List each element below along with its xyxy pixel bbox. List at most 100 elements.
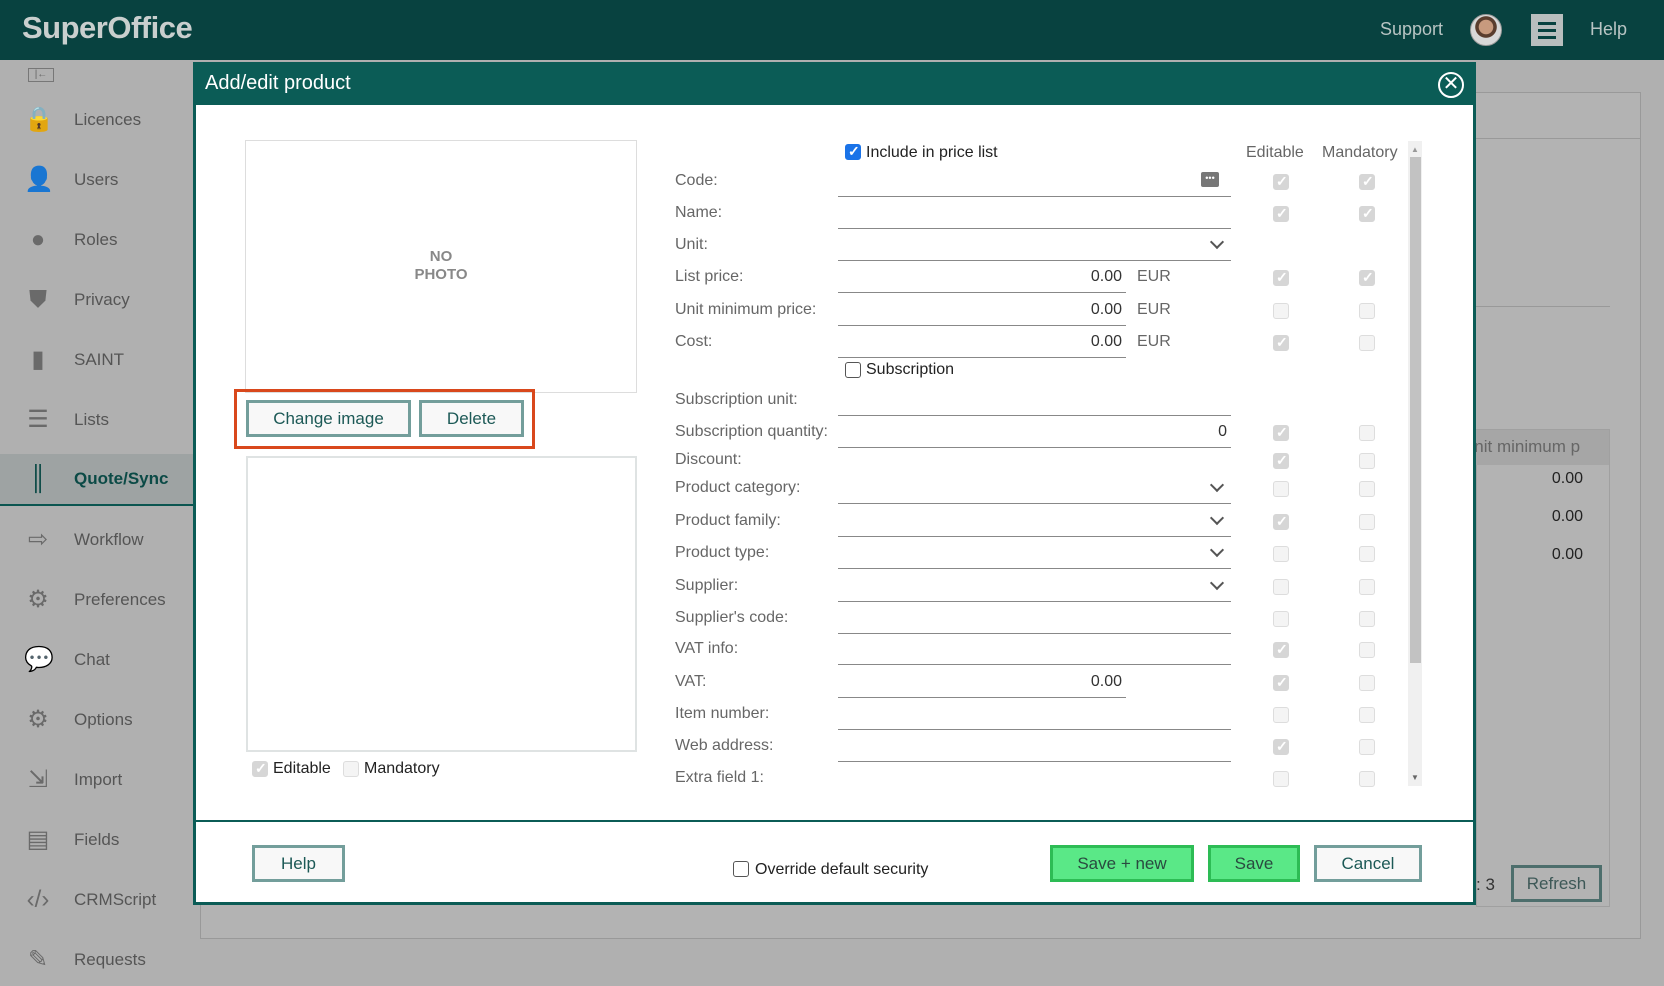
- subscription-quantity-value[interactable]: 0: [838, 423, 1227, 441]
- include-in-price-list-checkbox[interactable]: [845, 143, 861, 160]
- avatar[interactable]: [1470, 14, 1502, 46]
- vat-mandatory-checkbox[interactable]: [1359, 675, 1375, 691]
- sidebar-item-users[interactable]: 👤 Users: [0, 154, 193, 206]
- subscription-quantity-mandatory-checkbox[interactable]: [1359, 425, 1375, 441]
- item-number-editable-checkbox[interactable]: [1273, 707, 1289, 723]
- hamburger-menu-icon[interactable]: [1531, 14, 1563, 46]
- description-editable-checkbox[interactable]: [252, 760, 268, 777]
- sidebar-item-lists[interactable]: ☰ Lists: [0, 394, 193, 446]
- discount-editable-checkbox[interactable]: [1273, 452, 1289, 469]
- sidebar-item-import[interactable]: ⇲ Import: [0, 754, 193, 806]
- cancel-button[interactable]: Cancel: [1314, 845, 1422, 882]
- code-mandatory-checkbox[interactable]: [1359, 173, 1375, 190]
- sidebar-item-chat[interactable]: 💬 Chat: [0, 634, 193, 686]
- discount-mandatory-checkbox[interactable]: [1359, 453, 1375, 469]
- product-category-label: Product category:: [675, 479, 801, 496]
- unit-input[interactable]: [838, 260, 1231, 261]
- unit-minimum-price-editable-checkbox[interactable]: [1273, 303, 1289, 319]
- unit-minimum-price-value[interactable]: 0.00: [838, 301, 1122, 319]
- subscription-checkbox[interactable]: [845, 362, 861, 378]
- product-category-mandatory-checkbox[interactable]: [1359, 481, 1375, 497]
- sidebar-item-crmscript[interactable]: ‹/› CRMScript: [0, 874, 193, 926]
- product-type-mandatory-checkbox[interactable]: [1359, 546, 1375, 562]
- superoffice-logo[interactable]: SuperOffice: [22, 10, 193, 46]
- help-button[interactable]: Help: [252, 845, 345, 882]
- sidebar-item-quote-sync[interactable]: ║ Quote/Sync: [0, 454, 193, 506]
- support-link[interactable]: Support: [1380, 19, 1443, 40]
- unit-minimum-price-currency: EUR: [1137, 301, 1171, 318]
- sidebar-item-workflow[interactable]: ⇨ Workflow: [0, 514, 193, 566]
- sidebar-item-options[interactable]: ⚙ Options: [0, 694, 193, 746]
- supplier-input[interactable]: [838, 601, 1231, 602]
- dialog-title: Add/edit product: [205, 72, 351, 94]
- item-number-input[interactable]: [838, 729, 1231, 730]
- vat-info-mandatory-checkbox[interactable]: [1359, 642, 1375, 658]
- delete-image-button[interactable]: Delete: [419, 400, 524, 437]
- gear-icon: ⚙: [27, 586, 49, 613]
- web-address-input[interactable]: [838, 761, 1231, 762]
- name-input[interactable]: [838, 228, 1231, 229]
- cost-mandatory-checkbox[interactable]: [1359, 335, 1375, 351]
- product-category-editable-checkbox[interactable]: [1273, 481, 1289, 497]
- supplier-mandatory-checkbox[interactable]: [1359, 579, 1375, 595]
- scroll-up-icon[interactable]: ▲: [1411, 145, 1419, 154]
- change-image-button[interactable]: Change image: [246, 400, 411, 437]
- override-security-checkbox[interactable]: [733, 861, 749, 877]
- sidebar-item-preferences[interactable]: ⚙ Preferences: [0, 574, 193, 626]
- code-input[interactable]: [838, 196, 1231, 197]
- unit-minimum-price-input[interactable]: [838, 325, 1126, 326]
- cost-editable-checkbox[interactable]: [1273, 334, 1289, 351]
- column-header[interactable]: Unit minimum p: [1476, 430, 1609, 465]
- name-mandatory-checkbox[interactable]: [1359, 205, 1375, 222]
- sidebar-item-roles[interactable]: ● Roles: [0, 214, 193, 266]
- product-type-editable-checkbox[interactable]: [1273, 546, 1289, 562]
- list-price-input[interactable]: [838, 292, 1126, 293]
- subscription-unit-input[interactable]: [838, 415, 1231, 416]
- save-button[interactable]: Save: [1208, 845, 1300, 882]
- product-family-editable-checkbox[interactable]: [1273, 513, 1289, 530]
- supplier-s-code-editable-checkbox[interactable]: [1273, 611, 1289, 627]
- lookup-icon[interactable]: •••: [1201, 172, 1219, 187]
- cost-value[interactable]: 0.00: [838, 333, 1122, 351]
- code-editable-checkbox[interactable]: [1273, 173, 1289, 190]
- save-new-button[interactable]: Save + new: [1050, 845, 1194, 882]
- description-mandatory-checkbox[interactable]: [343, 761, 359, 777]
- extra-field-1-mandatory-checkbox[interactable]: [1359, 771, 1375, 787]
- vat-info-editable-checkbox[interactable]: [1273, 641, 1289, 658]
- sidebar-item-label: Preferences: [74, 590, 166, 609]
- vat-editable-checkbox[interactable]: [1273, 674, 1289, 691]
- supplier-s-code-input[interactable]: [838, 633, 1231, 634]
- name-editable-checkbox[interactable]: [1273, 205, 1289, 222]
- refresh-button[interactable]: Refresh: [1511, 865, 1602, 902]
- sidebar-item-licences[interactable]: 🔒 Licences: [0, 94, 193, 146]
- web-address-editable-checkbox[interactable]: [1273, 738, 1289, 755]
- extra-field-1-editable-checkbox[interactable]: [1273, 771, 1289, 787]
- list-price-editable-checkbox[interactable]: [1273, 269, 1289, 286]
- list-price-mandatory-checkbox[interactable]: [1359, 269, 1375, 286]
- subscription-quantity-input[interactable]: [838, 447, 1231, 448]
- vat-value[interactable]: 0.00: [838, 673, 1122, 691]
- sidebar-item-requests[interactable]: ✎ Requests: [0, 934, 193, 986]
- scroll-down-icon[interactable]: ▼: [1411, 773, 1419, 782]
- item-number-mandatory-checkbox[interactable]: [1359, 707, 1375, 723]
- cost-input[interactable]: [838, 357, 1126, 358]
- sidebar-item-privacy[interactable]: ⛊ Privacy: [0, 274, 193, 326]
- web-address-mandatory-checkbox[interactable]: [1359, 739, 1375, 755]
- list-price-value[interactable]: 0.00: [838, 268, 1122, 286]
- product-type-input[interactable]: [838, 568, 1231, 569]
- subscription-quantity-editable-checkbox[interactable]: [1273, 424, 1289, 441]
- supplier-editable-checkbox[interactable]: [1273, 579, 1289, 595]
- sidebar-item-saint[interactable]: ▮ SAINT: [0, 334, 193, 386]
- vat-info-input[interactable]: [838, 664, 1231, 665]
- product-family-mandatory-checkbox[interactable]: [1359, 514, 1375, 530]
- supplier-s-code-mandatory-checkbox[interactable]: [1359, 611, 1375, 627]
- close-icon[interactable]: ✕: [1438, 72, 1464, 98]
- product-category-input[interactable]: [838, 503, 1231, 504]
- help-link[interactable]: Help: [1590, 19, 1627, 40]
- unit-minimum-price-mandatory-checkbox[interactable]: [1359, 303, 1375, 319]
- sidebar-item-fields[interactable]: ▤ Fields: [0, 814, 193, 866]
- vat-input[interactable]: [838, 697, 1126, 698]
- scrollbar-thumb[interactable]: [1410, 157, 1421, 663]
- description-textarea[interactable]: [246, 456, 637, 752]
- product-family-input[interactable]: [838, 536, 1231, 537]
